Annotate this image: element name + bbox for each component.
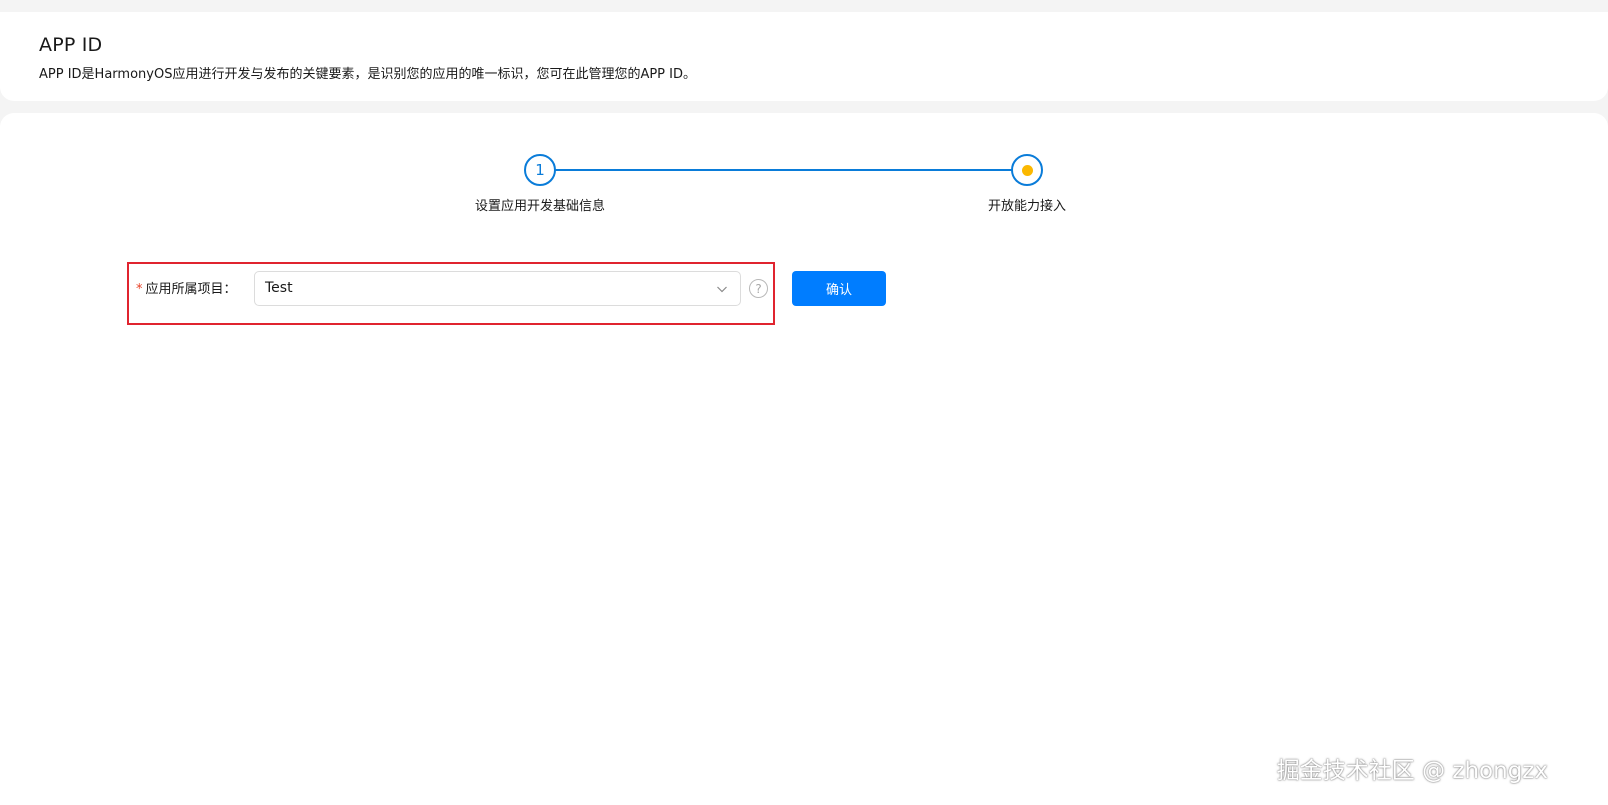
chevron-down-icon (717, 286, 727, 293)
page-description: APP ID是HarmonyOS应用进行开发与发布的关键要素，是识别您的应用的唯… (39, 67, 696, 82)
main-panel: 1 设置应用开发基础信息 开放能力接入 * 应用所属项目： Test ? 确认 掘… (0, 113, 1608, 805)
project-label-text: 应用所属项目： (145, 282, 237, 297)
current-step-dot (1021, 164, 1033, 176)
watermark: 掘金技术社区 @ zhongzx (1276, 758, 1548, 784)
project-select-value: Test (265, 280, 293, 296)
step-1-label: 设置应用开发基础信息 (474, 199, 606, 214)
project-field-label: * 应用所属项目： (136, 278, 237, 297)
step-1-number: 1 (535, 160, 545, 179)
step-2-indicator (1011, 154, 1043, 186)
page-title: APP ID (39, 34, 103, 56)
step-2-label: 开放能力接入 (987, 199, 1067, 214)
confirm-button[interactable]: 确认 (792, 271, 886, 306)
step-1-indicator: 1 (524, 154, 556, 186)
project-select[interactable]: Test (254, 271, 741, 306)
required-mark: * (136, 282, 143, 297)
help-icon[interactable]: ? (749, 279, 768, 298)
page-header: APP ID APP ID是HarmonyOS应用进行开发与发布的关键要素，是识… (0, 12, 1608, 101)
stepper-connector (555, 169, 1012, 171)
